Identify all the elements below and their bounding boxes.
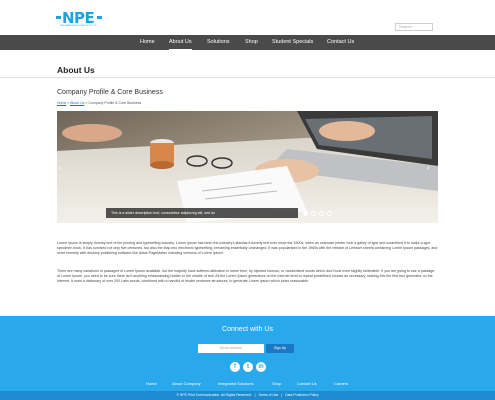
footer-link-shop[interactable]: Shop [272,381,281,386]
terms-link[interactable]: Terms of Use [258,393,278,397]
slider-dot[interactable] [311,211,316,216]
nav-item-home[interactable]: Home [140,35,155,50]
breadcrumb: Home » About Us » Company Profile & Core… [57,101,141,105]
footer-link-home[interactable]: Home [146,381,157,386]
facebook-icon[interactable]: f [230,362,240,372]
nav-item-student-specials[interactable]: Student Specials [272,35,313,50]
footer-link-integrated-solutions[interactable]: Integrated Solutions [218,381,254,386]
signup-button[interactable]: Sign Up [266,344,294,353]
breadcrumb-about-us[interactable]: About Us [70,101,84,105]
slider-dot[interactable] [319,211,324,216]
separator: | [281,393,283,397]
nav-item-about-us[interactable]: About Us [169,35,192,50]
breadcrumb-home[interactable]: Home [57,101,66,105]
slider-dots [303,211,343,217]
email-input[interactable]: Email Address [198,344,264,353]
copyright: © NPE Print Communication. All Rights Re… [0,392,495,398]
copyright-text: © NPE Print Communication. All Rights Re… [176,393,252,397]
separator: | [254,393,256,397]
chevron-left-icon[interactable]: ‹ [59,163,62,172]
slider-dot[interactable] [303,211,308,216]
nav-item-shop[interactable]: Shop [245,35,258,50]
paragraph: There are many variations of passages of… [57,269,435,283]
footer-link-contact-us[interactable]: Contact Us [297,381,317,386]
privacy-link[interactable]: Data Protection Policy [285,393,318,397]
image-slider[interactable]: ‹ › [57,111,438,223]
nav-item-contact-us[interactable]: Contact Us [327,35,354,50]
slider-image [57,111,438,223]
logo-subtitle: NEW PARADIGM EDUCATION PVT LTD [60,25,97,27]
twitter-icon[interactable]: t [243,362,253,372]
nav-item-solutions[interactable]: Solutions [207,35,230,50]
page-title: About Us [57,65,95,75]
site-header: NPE NEW PARADIGM EDUCATION PVT LTD Searc… [0,0,495,34]
breadcrumb-separator: » [67,101,70,105]
linkedin-icon[interactable]: in [256,362,266,372]
connect-title: Connect with Us [222,326,273,333]
slider-dot[interactable] [327,211,332,216]
paragraph: Lorem Ipsum is simply dummy text of the … [57,241,438,255]
logo[interactable]: NPE NEW PARADIGM EDUCATION PVT LTD [56,9,102,31]
page-title-band: About Us [0,56,495,78]
footer-link-careers[interactable]: Careers [334,381,348,386]
logo-mark-right [97,16,102,19]
main-nav: Home About Us Solutions Shop Student Spe… [0,35,495,50]
page: NPE NEW PARADIGM EDUCATION PVT LTD Searc… [0,0,495,400]
slider-caption: This is a slider description text, conse… [106,208,298,218]
footer-link-about-company[interactable]: About Company [172,381,201,386]
content-title: Company Profile & Core Business [57,89,163,96]
chevron-right-icon[interactable]: › [427,163,430,172]
logo-mark-left [56,16,61,19]
breadcrumb-current: Company Profile & Core Business [88,101,142,105]
search-input[interactable]: Search [395,23,433,31]
